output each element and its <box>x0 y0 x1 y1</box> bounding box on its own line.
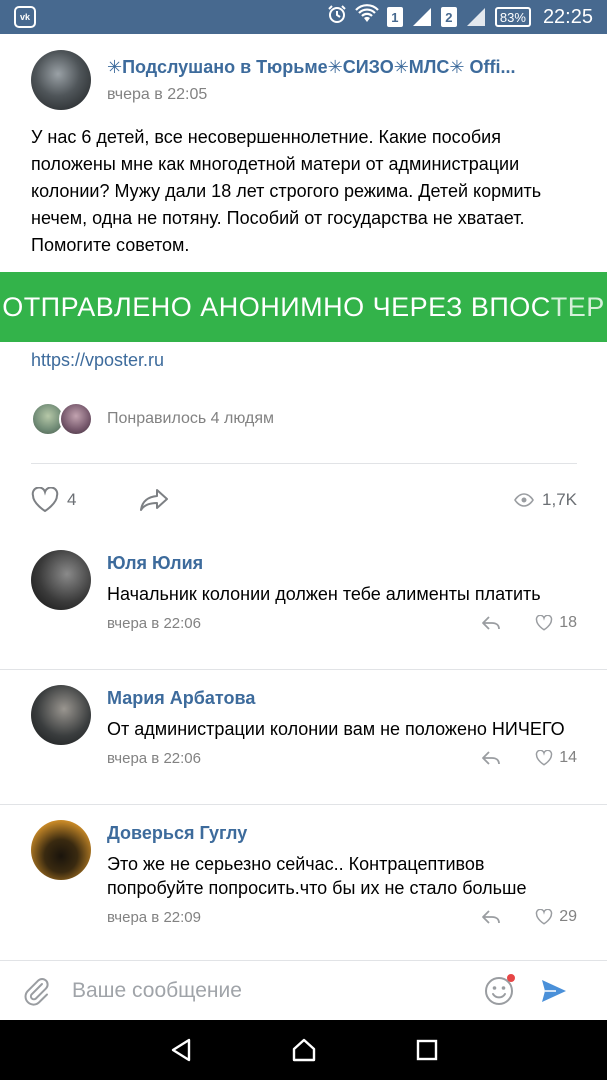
comment-text: Это же не серьезно сейчас.. Контрацептив… <box>107 854 527 898</box>
banner-text-fade: ТЕР <box>550 291 605 322</box>
comment-like-button[interactable]: 29 <box>535 908 577 926</box>
emoji-button[interactable] <box>484 973 515 1006</box>
message-composer <box>0 960 607 1020</box>
post-banner-image[interactable]: ОТПРАВЛЕНО АНОНИМНО ЧЕРЕЗ ВПОС ТЕР <box>0 272 607 342</box>
comment-avatar[interactable] <box>31 685 91 745</box>
comment-author[interactable]: Юля Юлия <box>107 550 577 576</box>
comment-like-count: 18 <box>559 614 577 631</box>
reply-icon <box>482 910 501 924</box>
back-icon <box>171 1038 190 1062</box>
heart-icon <box>535 909 553 925</box>
views-counter: 1,7K <box>514 490 577 510</box>
comment-divider <box>0 669 607 670</box>
comment-author[interactable]: Мария Арбатова <box>107 685 577 711</box>
post-meta: ✳Подслушано в Тюрьме✳СИЗО✳МЛС✳ Offi... в… <box>107 57 537 104</box>
comment-time: вчера в 22:06 <box>107 749 201 767</box>
like-button[interactable]: 4 <box>31 487 76 513</box>
attach-button[interactable] <box>22 975 50 1007</box>
recents-icon <box>416 1039 437 1061</box>
post-text: У нас 6 детей, все несовершеннолетние. К… <box>31 127 542 255</box>
reply-button[interactable] <box>481 750 501 766</box>
clock: 22:25 <box>542 5 593 28</box>
android-nav-bar <box>0 1020 607 1080</box>
post-actions: 4 1,7K <box>31 480 577 520</box>
vk-notification-icon: vk <box>14 6 36 28</box>
signal-icon <box>411 7 433 27</box>
send-icon <box>542 979 566 1002</box>
heart-icon <box>535 750 553 766</box>
comment-avatar[interactable] <box>31 550 91 610</box>
comment-avatar[interactable] <box>31 820 91 880</box>
wifi-icon <box>355 4 379 30</box>
send-button[interactable] <box>540 978 568 1004</box>
sim2-badge: 2 <box>440 7 457 27</box>
liked-by-row[interactable]: Понравилось 4 людям <box>31 400 274 438</box>
share-icon <box>140 489 169 511</box>
home-icon <box>292 1038 315 1062</box>
post-header[interactable]: ✳Подслушано в Тюрьме✳СИЗО✳МЛС✳ Offi... в… <box>31 48 591 112</box>
notification-dot <box>507 973 515 982</box>
comment-text: Начальник колонии должен тебе алименты п… <box>107 584 541 604</box>
heart-icon <box>535 615 553 631</box>
liked-by-text: Понравилось 4 людям <box>107 410 274 427</box>
alarm-icon <box>327 4 347 30</box>
battery-icon: 83% <box>494 7 531 27</box>
group-avatar[interactable] <box>31 50 91 110</box>
comment-like-button[interactable]: 14 <box>535 749 577 767</box>
reply-icon <box>482 616 501 630</box>
reply-button[interactable] <box>481 909 501 925</box>
comment-like-count: 14 <box>559 749 577 766</box>
divider <box>31 463 577 464</box>
group-name[interactable]: ✳Подслушано в Тюрьме✳СИЗО✳МЛС✳ Offi... <box>107 57 537 78</box>
home-button[interactable] <box>291 1038 317 1062</box>
comment-author[interactable]: Доверься Гуглу <box>107 820 577 846</box>
back-button[interactable] <box>170 1038 192 1062</box>
paperclip-icon <box>24 977 49 1006</box>
comment-text: От администрации колонии вам не положено… <box>107 719 565 739</box>
signal-icon-2 <box>465 7 487 27</box>
heart-icon <box>31 487 59 513</box>
views-count: 1,7K <box>542 490 577 509</box>
post-link[interactable]: https://vposter.ru <box>31 350 164 371</box>
liker-avatar <box>59 402 93 436</box>
like-count: 4 <box>67 490 77 509</box>
share-button[interactable] <box>138 487 170 513</box>
comment-like-button[interactable]: 18 <box>535 614 577 632</box>
post-time: вчера в 22:05 <box>107 85 208 103</box>
comment-divider <box>0 804 607 805</box>
message-input[interactable] <box>72 978 472 1003</box>
comment-time: вчера в 22:09 <box>107 908 201 926</box>
recents-button[interactable] <box>416 1039 438 1061</box>
comment-like-count: 29 <box>559 908 577 925</box>
status-bar: vk 1 2 83% 22:25 <box>0 0 607 34</box>
eye-icon <box>514 493 534 507</box>
sim1-badge: 1 <box>386 7 403 27</box>
reply-icon <box>482 751 501 765</box>
reply-button[interactable] <box>481 615 501 631</box>
comment-time: вчера в 22:06 <box>107 614 201 632</box>
banner-text: ОТПРАВЛЕНО АНОНИМНО ЧЕРЕЗ ВПОС <box>2 291 551 322</box>
